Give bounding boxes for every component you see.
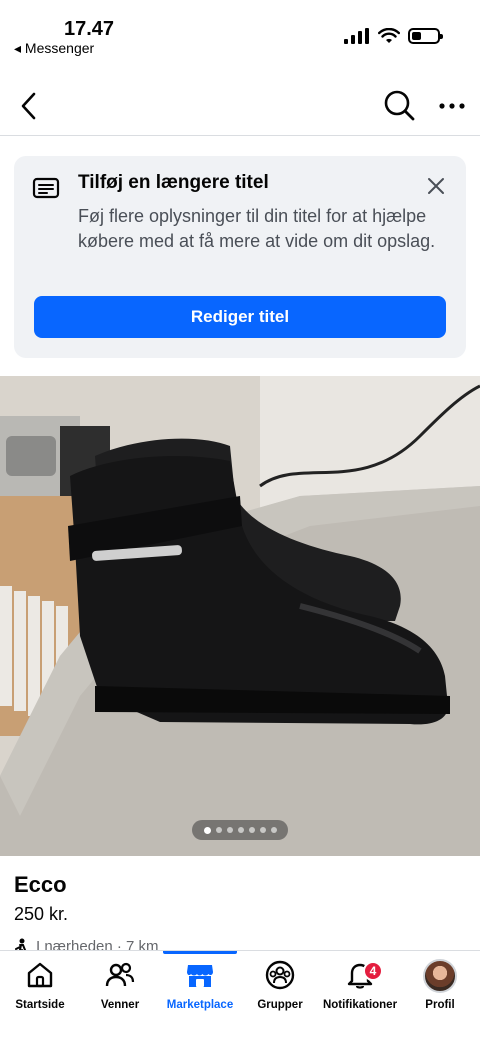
notification-badge: 4 bbox=[363, 961, 383, 981]
tab-groups[interactable]: Grupper bbox=[240, 959, 320, 1019]
tab-label: Venner bbox=[100, 999, 140, 1011]
title-suggestion-card: Tilføj en længere titel Føj flere oplysn… bbox=[14, 156, 466, 358]
friends-icon bbox=[105, 962, 135, 987]
product-photo[interactable] bbox=[0, 376, 480, 856]
edit-title-button[interactable]: Rediger titel bbox=[34, 296, 446, 338]
bottom-tab-bar: Startside Venner Marketplace Grupper 4 N… bbox=[0, 950, 480, 1044]
boots-photo-illustration bbox=[0, 376, 480, 856]
avatar bbox=[423, 959, 457, 993]
listing-title: Ecco bbox=[14, 872, 67, 897]
wifi-icon bbox=[378, 28, 400, 43]
pagination-dot bbox=[215, 827, 222, 833]
tab-notifications[interactable]: 4 Notifikationer bbox=[320, 959, 400, 1019]
tab-profile[interactable]: Profil bbox=[400, 959, 480, 1019]
signal-icon bbox=[344, 28, 369, 44]
status-time: 17.47 bbox=[64, 18, 115, 40]
pagination-dot-active bbox=[203, 826, 211, 834]
notice-title: Tilføj en længere titel bbox=[78, 172, 269, 193]
active-tab-indicator bbox=[163, 951, 237, 954]
marketplace-icon bbox=[187, 965, 213, 987]
notice-body: Føj flere oplysninger til din titel for … bbox=[78, 206, 436, 251]
status-icons bbox=[344, 28, 443, 44]
tab-home[interactable]: Startside bbox=[0, 959, 80, 1019]
battery-icon bbox=[408, 28, 443, 44]
search-icon[interactable] bbox=[382, 88, 416, 122]
document-icon bbox=[32, 177, 60, 199]
groups-icon bbox=[265, 960, 295, 990]
home-icon bbox=[27, 962, 53, 988]
pagination-dot bbox=[237, 827, 244, 833]
tab-label: Profil bbox=[425, 999, 455, 1011]
close-icon[interactable] bbox=[424, 174, 448, 198]
tab-label: Grupper bbox=[257, 999, 303, 1011]
tab-label: Marketplace bbox=[166, 999, 234, 1011]
back-to-messenger-link[interactable]: ◂ Messenger bbox=[14, 40, 94, 57]
status-bar: 17.47 ◂ Messenger bbox=[0, 0, 480, 62]
pagination-dot bbox=[270, 827, 277, 833]
pagination-dot bbox=[259, 827, 266, 833]
tab-label: Startside bbox=[15, 999, 65, 1011]
tab-label: Notifikationer bbox=[322, 999, 398, 1011]
tab-marketplace[interactable]: Marketplace bbox=[160, 959, 240, 1019]
image-pagination bbox=[192, 820, 288, 840]
listing-price: 250 kr. bbox=[14, 904, 69, 924]
back-arrow-icon[interactable] bbox=[14, 90, 46, 122]
pagination-dot bbox=[226, 827, 233, 833]
tab-friends[interactable]: Venner bbox=[80, 959, 160, 1019]
more-options-icon[interactable] bbox=[438, 90, 466, 122]
pagination-dot bbox=[248, 827, 255, 833]
top-nav bbox=[0, 80, 480, 136]
